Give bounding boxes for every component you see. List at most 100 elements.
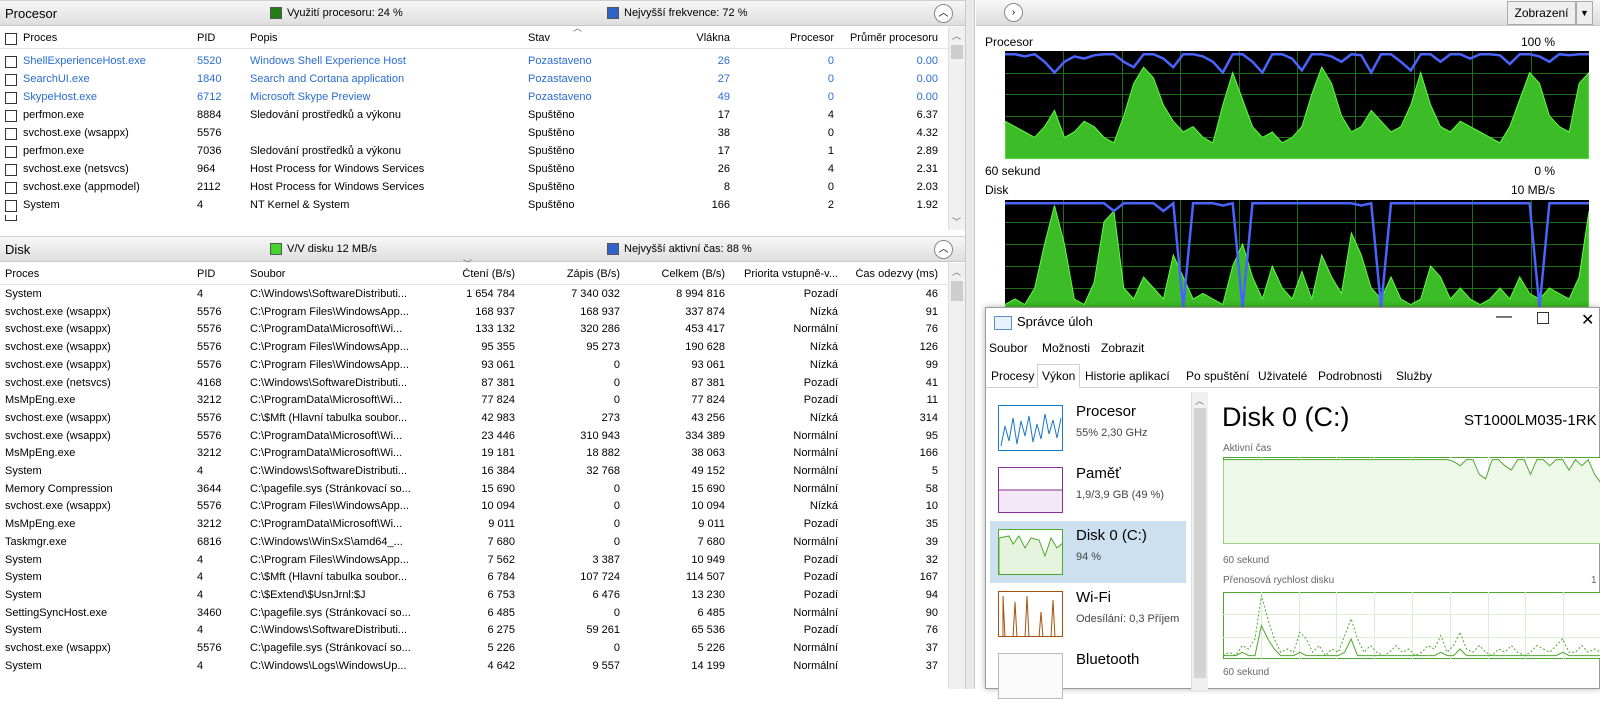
process-checkbox[interactable] [5,128,17,140]
processor-cell: 166 [640,199,730,211]
processor-column-header[interactable]: Procesor [740,32,834,44]
processor-cell: 0.00 [838,91,938,103]
processor-column-header[interactable]: Průměr procesoru [838,32,938,44]
memory-thumbnail [998,467,1063,513]
collapse-processor-icon[interactable]: ︿ [934,4,953,23]
processor-table-row[interactable]: SearchUI.exe1840Search and Cortana appli… [0,71,948,89]
processor-scrollbar[interactable]: ︿﹀ [948,27,965,230]
processor-column-header[interactable]: Stav [528,32,648,44]
disk-column-header[interactable]: Proces [5,268,185,280]
disk-table-row[interactable]: System4C:\Program Files\WindowsApp...7 5… [0,552,948,570]
disk-cell: 19 181 [420,447,515,459]
tab-startup[interactable]: Po spuštění [1181,364,1254,388]
maximize-icon[interactable] [1537,312,1549,324]
disk-table-row[interactable]: svchost.exe (wsappx)5576C:\ProgramData\M… [0,428,948,446]
disk-scrollbar[interactable]: ︿ [948,263,965,689]
side-item-memory[interactable]: Paměť 1,9/3,9 GB (49 %) [990,459,1186,521]
disk-table-row[interactable]: System4C:\Windows\SoftwareDistributi...1… [0,286,948,304]
disk-table-row[interactable]: svchost.exe (wsappx)5576C:\Program Files… [0,498,948,516]
process-checkbox[interactable] [5,110,17,122]
tab-services[interactable]: Služby [1391,364,1437,388]
disk-table-row[interactable]: System4C:\$Mft (Hlavní tabulka soubor...… [0,569,948,587]
tab-app-history[interactable]: Historie aplikací [1080,364,1175,388]
process-checkbox[interactable] [5,56,17,68]
process-checkbox[interactable] [5,164,17,176]
disk-table-row[interactable]: SettingSyncHost.exe3460C:\pagefile.sys (… [0,605,948,623]
processor-column-header[interactable]: Proces [23,32,188,44]
disk-cell: svchost.exe (wsappx) [5,306,185,318]
side-item-wifi[interactable]: Wi-Fi Odesílání: 0,3 Příjem [990,583,1186,645]
processor-table-row[interactable]: perfmon.exe8884Sledování prostředků a vý… [0,107,948,125]
disk-column-header[interactable]: Zápis (B/s) [520,268,620,280]
processor-table-row[interactable]: svchost.exe (wsappx)5576Spuštěno3804.32 [0,125,948,143]
processor-cell: 5520 [197,55,242,67]
disk-cell: 4 [197,288,242,300]
expand-graphs-icon[interactable]: › [1004,3,1023,22]
view-dropdown-icon[interactable]: ▼ [1576,1,1593,25]
seconds-label-1: 60 sekund [1223,555,1269,566]
view-button[interactable]: Zobrazení [1507,1,1576,25]
tab-processes[interactable]: Procesy [986,364,1039,388]
disk-table-row[interactable]: svchost.exe (wsappx)5576C:\Program Files… [0,304,948,322]
disk-column-header[interactable]: Celkem (B/s) [625,268,725,280]
process-checkbox[interactable] [5,182,17,194]
process-checkbox[interactable] [5,92,17,104]
tab-details[interactable]: Podrobnosti [1313,364,1387,388]
minimize-icon[interactable]: — [1496,308,1512,326]
tab-users[interactable]: Uživatelé [1253,364,1312,388]
processor-table-row[interactable]: svchost.exe (netsvcs)964Host Process for… [0,161,948,179]
processor-section-header[interactable]: Procesor Využití procesoru: 24 % Nejvyšš… [0,0,965,26]
menu-file[interactable]: Soubor [989,341,1028,355]
collapse-disk-icon[interactable]: ︿ [934,240,953,259]
disk-cell: C:\Program Files\WindowsApp... [250,306,410,318]
disk-table-row[interactable]: svchost.exe (wsappx)5576C:\Program Files… [0,357,948,375]
disk-table-row[interactable]: svchost.exe (wsappx)5576C:\ProgramData\M… [0,321,948,339]
disk-column-header[interactable]: Čas odezvy (ms) [845,268,938,280]
disk-section-header[interactable]: Disk V/V disku 12 MB/s Nejvyšší aktivní … [0,236,965,262]
disk-table-row[interactable]: MsMpEng.exe3212C:\ProgramData\Microsoft\… [0,516,948,534]
task-manager-app-icon [994,316,1012,330]
side-list-scrollbar[interactable]: ︿ [1191,392,1208,690]
disk-table-row[interactable]: svchost.exe (wsappx)5576C:\$Mft (Hlavní … [0,410,948,428]
disk-table-row[interactable]: svchost.exe (netsvcs)4168C:\Windows\Soft… [0,375,948,393]
tab-performance[interactable]: Výkon [1037,364,1080,388]
disk-table-row[interactable]: System4C:\$Extend\$UsnJrnl:$J6 7536 4761… [0,587,948,605]
processor-table-row[interactable]: svchost.exe (appmodel)2112Host Process f… [0,179,948,197]
disk-table-row[interactable]: MsMpEng.exe3212C:\ProgramData\Microsoft\… [0,392,948,410]
close-icon[interactable]: ✕ [1581,310,1594,330]
process-checkbox[interactable] [5,200,17,212]
disk-column-header[interactable]: Priorita vstupně-v... [733,268,838,280]
processor-column-header[interactable]: Popis [250,32,520,44]
select-all-checkbox[interactable] [5,33,17,45]
disk-cell: 18 882 [520,447,620,459]
processor-cell: Spuštěno [528,127,648,139]
side-item-bluetooth[interactable]: Bluetooth [990,645,1186,707]
disk-table-row[interactable]: Taskmgr.exe6816C:\Windows\WinSxS\amd64_.… [0,534,948,552]
processor-column-header[interactable]: PID [197,32,242,44]
processor-cell: 1840 [197,73,242,85]
menu-view[interactable]: Zobrazit [1101,341,1144,355]
pane-splitter[interactable] [965,0,975,689]
process-checkbox[interactable] [5,146,17,158]
disk-column-header[interactable]: PID [197,268,242,280]
disk-table-row[interactable]: svchost.exe (wsappx)5576C:\pagefile.sys … [0,640,948,658]
processor-table-header: Proces PID Popis StavVlákna Procesor Průměr p… [0,27,948,49]
disk-column-header[interactable]: Soubor [250,268,410,280]
processor-column-header[interactable]: Vlákna [640,32,730,44]
disk-cell: 76 [845,624,938,636]
disk-table-row[interactable]: System4C:\Windows\SoftwareDistributi...6… [0,622,948,640]
disk-table-row[interactable]: System4C:\Windows\Logs\WindowsUp...4 642… [0,658,948,676]
disk-table-row[interactable]: Memory Compression3644C:\pagefile.sys (S… [0,481,948,499]
disk-table-row[interactable]: MsMpEng.exe3212C:\ProgramData\Microsoft\… [0,445,948,463]
processor-table-row[interactable]: SkypeHost.exe6712Microsoft Skype Preview… [0,89,948,107]
processor-table-row[interactable]: perfmon.exe7036Sledování prostředků a vý… [0,143,948,161]
side-item-cpu[interactable]: Procesor 55% 2,30 GHz [990,397,1186,459]
disk-table-row[interactable]: svchost.exe (wsappx)5576C:\Program Files… [0,339,948,357]
processor-table-row[interactable]: ShellExperienceHost.exe5520Windows Shell… [0,53,948,71]
side-item-disk-selected[interactable]: Disk 0 (C:) 94 % [990,521,1186,583]
disk-table-row[interactable]: System4C:\Windows\SoftwareDistributi...1… [0,463,948,481]
menu-options[interactable]: Možnosti [1042,341,1090,355]
disk-cell: 95 355 [420,341,515,353]
process-checkbox[interactable] [5,74,17,86]
processor-table-row[interactable]: System4NT Kernel & SystemSpuštěno16621.9… [0,197,948,215]
